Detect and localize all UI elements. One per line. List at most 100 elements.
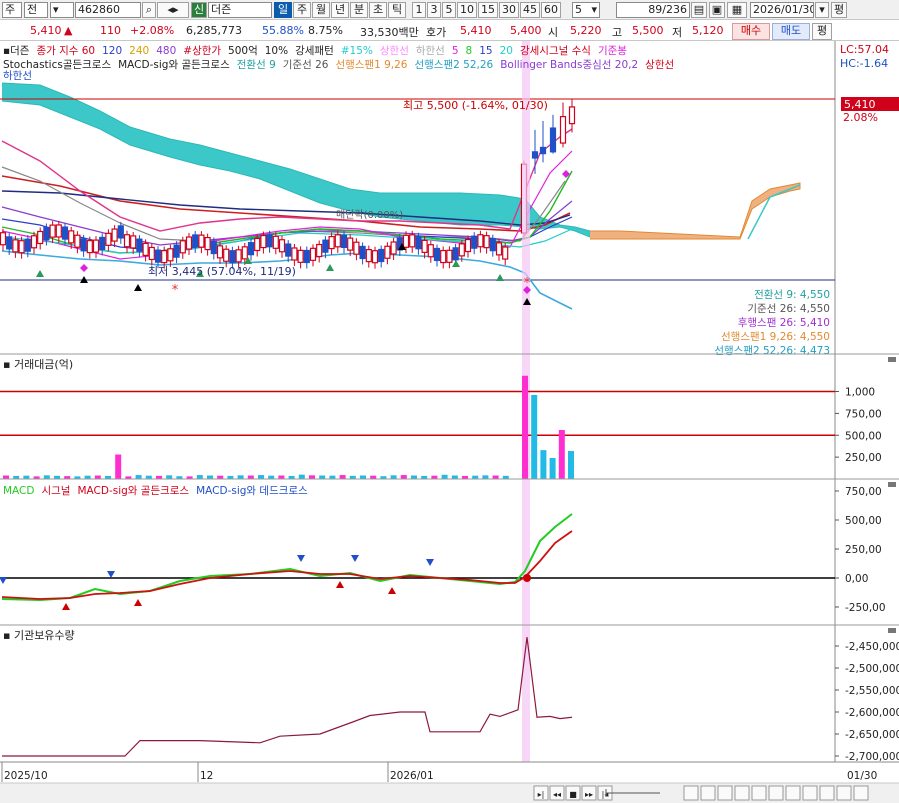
stock-name-field[interactable]: 더즌 [208,2,272,18]
market-select[interactable]: 주 [2,2,22,18]
volume-bar [339,475,346,479]
speaker-icon: ◂▸ [167,3,179,16]
candle-body [471,235,478,249]
prev-next-button[interactable]: ◂▸ [157,2,189,18]
stock-code-input[interactable]: 462860 [75,2,141,18]
inst-tick-label: -2,450,000 [845,641,899,653]
candle-body [285,243,292,257]
tab-period-5[interactable]: 초 [369,2,387,18]
cursor-icon[interactable] [802,785,818,801]
ratio1-value: 55.88% [262,24,304,37]
candle-body [148,246,155,261]
lock-button[interactable]: ▤ [691,2,707,18]
min-price-label: 최저 3,445 (57.04%, 11/19) [148,265,296,278]
legend-item: 5 [452,45,459,57]
legend-item: 전환선 9 [237,59,276,71]
calendar-button[interactable]: ▾ [815,2,829,18]
buy-button[interactable]: 매수 [732,23,770,40]
volume-bar [492,475,499,479]
candle-body [0,232,7,246]
candle-body [322,239,329,253]
count-field[interactable]: 89/236 [616,2,690,18]
fit-icon[interactable] [836,785,852,801]
inst-tick-label: -2,600,000 [845,707,899,719]
interval-button-45[interactable]: 45 [520,2,540,18]
legend-item: 10% [265,45,288,57]
volume-bar [3,475,9,479]
golden-cross-arrow-icon [62,603,70,610]
asterisk-marker-icon: * [524,276,531,291]
group-select[interactable]: 전 [24,2,48,18]
interval-button-60[interactable]: 60 [541,2,561,18]
macd-tick-label: 250,00 [845,544,882,556]
hand-icon[interactable] [819,785,835,801]
tab-period-6[interactable]: 틱 [388,2,406,18]
candle-body [43,226,50,241]
zoom-out-icon[interactable] [700,785,716,801]
interval-select[interactable]: 5 ▾ [572,2,600,18]
x-axis-label: 2026/01 [390,770,434,782]
search-icon[interactable] [734,785,750,801]
candle-body [559,116,567,144]
golden-cross-arrow-icon [134,599,142,606]
save-button[interactable]: ▣ [709,2,725,18]
ichimoku-value-label: 기준선 26: 4,550 [747,303,830,315]
legend-item: #15% [341,45,373,57]
legend-item: 기준봉 [598,45,627,57]
buy-label: 매수 [740,24,762,37]
tab-period-4[interactable]: 분 [350,2,368,18]
candle-body [142,242,149,257]
panel-collapse-icon [888,357,896,362]
interval-button-30[interactable]: 30 [499,2,519,18]
candle-body [328,235,335,250]
zoom-in-icon[interactable] [683,785,699,801]
interval-button-10[interactable]: 10 [457,2,477,18]
new-listing-label: 신 [193,3,205,16]
search-button[interactable]: ⌕ [142,2,156,18]
tab-period-2[interactable]: 월 [312,2,330,18]
date-field[interactable]: 2026/01/30 [750,2,814,18]
candle-body [111,228,118,242]
select-icon[interactable] [785,785,801,801]
candle-body [210,240,217,255]
candle-body [477,234,484,248]
average-button[interactable]: 평 [831,2,847,18]
inst-tick-label: -2,700,000 [845,751,899,763]
add-icon[interactable] [751,785,767,801]
interval-select-value: 5 [575,3,582,16]
tab-period-1[interactable]: 주 [293,2,311,18]
volume-bar [360,475,366,479]
history-dropdown[interactable]: ▾ [50,2,74,18]
legend-item: ▪더즌 [3,45,30,57]
x-axis-label: 12 [200,770,213,782]
volume-bar [451,475,458,479]
interval-button-5[interactable]: 5 [442,2,456,18]
asterisk-marker-icon: * [172,283,179,298]
tab-period-0[interactable]: 일 [274,2,292,18]
candle-body [167,248,174,262]
interval-button-1[interactable]: 1 [412,2,426,18]
interval-button-3[interactable]: 3 [427,2,441,18]
candle-body [464,238,472,253]
grid-button[interactable]: ▦ [727,2,747,18]
candle-body [192,234,199,248]
candle-body [92,239,100,253]
tab-period-3[interactable]: 년 [331,2,349,18]
candle-body [316,243,323,258]
volume-bar [94,475,101,479]
sell-button[interactable]: 매도 [772,23,810,40]
settings-icon[interactable] [717,785,733,801]
pan-icon[interactable] [768,785,784,801]
candle-body [568,106,576,125]
candle-body [74,234,81,248]
current-price-tag: 5,410 [844,98,876,111]
volume-bar [298,474,305,479]
menu-button[interactable]: 평 [812,23,832,40]
candle-body [37,230,44,245]
home-icon[interactable] [853,785,869,801]
candle-body [433,247,441,262]
volume-bar [207,475,213,479]
interval-button-15[interactable]: 15 [478,2,498,18]
market-select-label: 주 [5,3,16,16]
candle-body [340,234,348,248]
